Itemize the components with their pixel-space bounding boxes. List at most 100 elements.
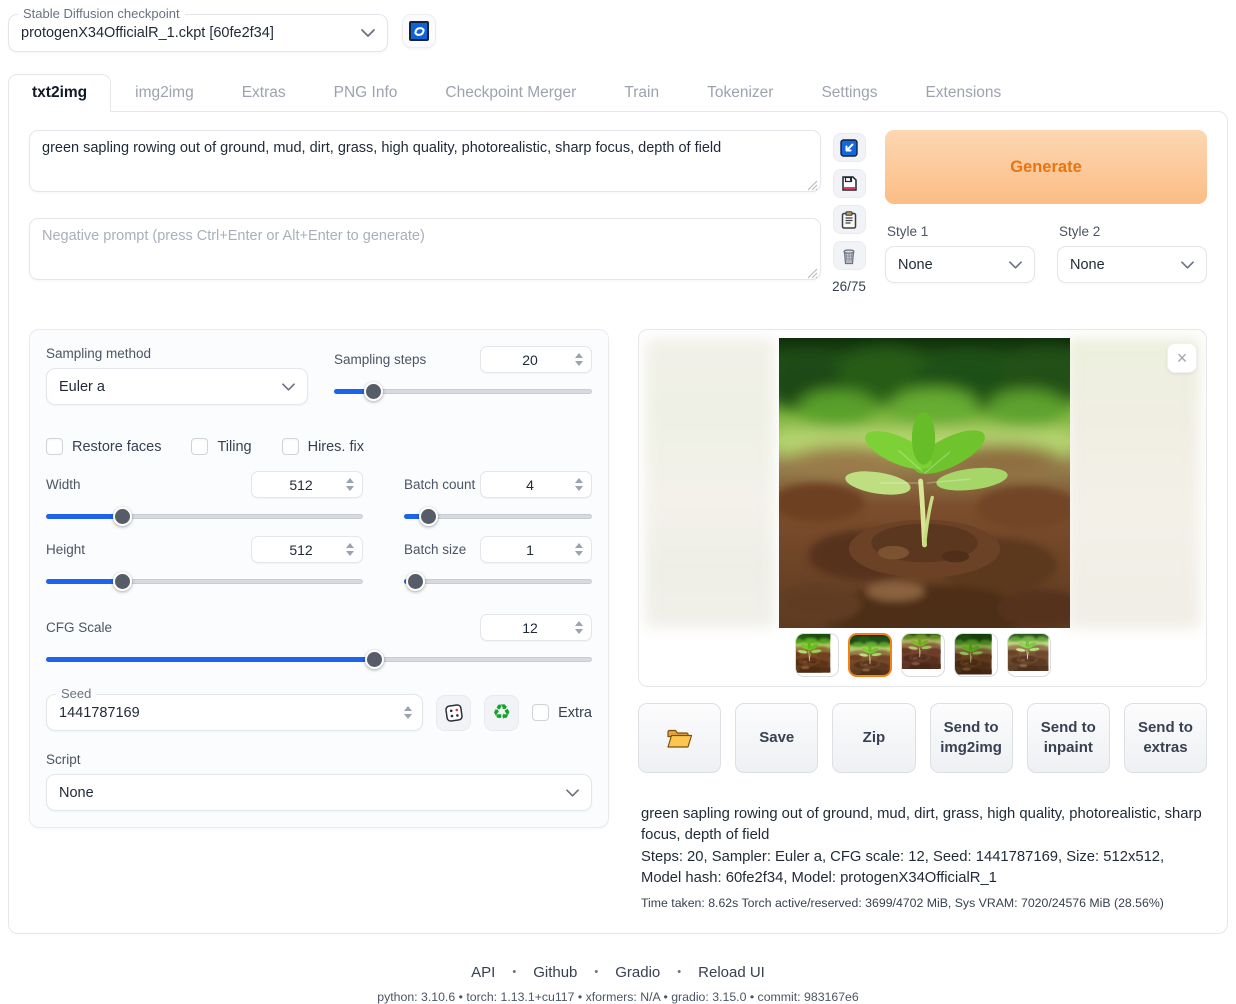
send-to-img2img-button[interactable]: Send to img2img xyxy=(930,703,1013,773)
footer-separator: • xyxy=(512,966,516,978)
sampling-steps-input[interactable] xyxy=(489,352,571,368)
hires-fix-label: Hires. fix xyxy=(308,439,364,455)
dice-icon xyxy=(444,703,464,723)
stepper-icon[interactable] xyxy=(400,704,416,721)
width-slider[interactable] xyxy=(46,507,363,525)
height-slider[interactable] xyxy=(46,572,363,590)
generation-info: green sapling rowing out of ground, mud,… xyxy=(638,804,1207,910)
tab-extensions[interactable]: Extensions xyxy=(901,74,1025,111)
floppy-disk-icon xyxy=(841,175,858,192)
send-to-inpaint-button[interactable]: Send to inpaint xyxy=(1027,703,1110,773)
tab-extras[interactable]: Extras xyxy=(218,74,310,111)
checkpoint-value: protogenX34OfficialR_1.ckpt [60fe2f34] xyxy=(21,25,274,41)
prompt-input[interactable]: green sapling rowing out of ground, mud,… xyxy=(29,130,821,192)
gallery-thumbnail-5[interactable] xyxy=(1007,633,1051,677)
gallery-thumbnail-4[interactable] xyxy=(954,633,998,677)
chevron-down-icon xyxy=(361,29,375,37)
tab-png-info[interactable]: PNG Info xyxy=(310,74,422,111)
sampling-method-value: Euler a xyxy=(59,379,105,395)
generation-settings-panel: Sampling method Euler a Sampling steps xyxy=(29,329,609,828)
send-to-extras-button[interactable]: Send to extras xyxy=(1124,703,1207,773)
footer-separator: • xyxy=(594,966,598,978)
sampling-method-dropdown[interactable]: Euler a xyxy=(46,368,308,405)
zip-button[interactable]: Zip xyxy=(832,703,915,773)
clear-prompt-button[interactable] xyxy=(833,241,866,270)
seed-field: Seed xyxy=(46,694,423,731)
script-label: Script xyxy=(46,752,592,767)
api-link[interactable]: API xyxy=(471,964,495,981)
open-folder-button[interactable] xyxy=(638,703,721,773)
batch-count-label: Batch count xyxy=(404,477,475,492)
hires-fix-checkbox[interactable]: Hires. fix xyxy=(282,438,364,455)
stepper-icon[interactable] xyxy=(342,541,358,558)
checkpoint-dropdown[interactable]: Stable Diffusion checkpoint protogenX34O… xyxy=(8,14,388,52)
refresh-icon xyxy=(409,21,429,41)
close-icon[interactable]: × xyxy=(1167,343,1197,373)
stepper-icon[interactable] xyxy=(571,541,587,558)
token-counter: 26/75 xyxy=(832,279,866,294)
chevron-down-icon xyxy=(566,789,579,797)
tab-checkpoint-merger[interactable]: Checkpoint Merger xyxy=(421,74,600,111)
tab-train[interactable]: Train xyxy=(600,74,683,111)
gallery-thumbnail-3[interactable] xyxy=(901,633,945,677)
height-input[interactable] xyxy=(260,542,342,558)
height-label: Height xyxy=(46,542,85,557)
extra-seed-checkbox[interactable]: Extra xyxy=(532,704,592,721)
batch-size-slider[interactable] xyxy=(404,572,592,590)
batch-count-input[interactable] xyxy=(489,477,571,493)
refresh-checkpoint-button[interactable] xyxy=(402,14,436,48)
github-link[interactable]: Github xyxy=(533,964,577,981)
footer-separator: • xyxy=(677,966,681,978)
stepper-icon[interactable] xyxy=(571,619,587,636)
image-gallery: × xyxy=(638,329,1207,687)
gallery-prev-image[interactable] xyxy=(645,338,775,628)
stepper-icon[interactable] xyxy=(571,351,587,368)
width-input[interactable] xyxy=(260,477,342,493)
batch-size-input[interactable] xyxy=(489,542,571,558)
sampling-steps-numbox xyxy=(480,346,592,373)
batch-count-numbox xyxy=(480,471,592,498)
save-style-button[interactable] xyxy=(833,169,866,198)
gallery-thumbnail-1[interactable] xyxy=(795,633,839,677)
restore-faces-checkbox[interactable]: Restore faces xyxy=(46,438,161,455)
paste-params-button[interactable] xyxy=(833,133,866,162)
recycle-icon: ♻ xyxy=(492,702,511,723)
negative-prompt-input[interactable] xyxy=(29,218,821,280)
stepper-icon[interactable] xyxy=(342,476,358,493)
cfg-scale-slider[interactable] xyxy=(46,650,592,668)
gradio-link[interactable]: Gradio xyxy=(615,964,660,981)
save-button[interactable]: Save xyxy=(735,703,818,773)
cfg-scale-input[interactable] xyxy=(489,620,571,636)
generate-button[interactable]: Generate xyxy=(885,130,1207,204)
style2-value: None xyxy=(1070,257,1105,273)
style2-dropdown[interactable]: None xyxy=(1057,246,1207,283)
apply-style-button[interactable] xyxy=(833,205,866,234)
tab-tokenizer[interactable]: Tokenizer xyxy=(683,74,797,111)
script-dropdown[interactable]: None xyxy=(46,774,592,811)
chevron-down-icon xyxy=(1181,261,1194,269)
folder-icon xyxy=(666,728,693,749)
reuse-seed-button[interactable]: ♻ xyxy=(484,695,519,731)
tab-txt2img[interactable]: txt2img xyxy=(8,74,111,112)
tab-settings[interactable]: Settings xyxy=(797,74,901,111)
restore-faces-label: Restore faces xyxy=(72,439,161,455)
seed-input[interactable] xyxy=(59,705,400,721)
random-seed-button[interactable] xyxy=(436,695,471,731)
gallery-next-image[interactable] xyxy=(1067,338,1200,628)
width-numbox xyxy=(251,471,363,498)
cfg-scale-label: CFG Scale xyxy=(46,620,112,635)
style1-dropdown[interactable]: None xyxy=(885,246,1035,283)
gallery-thumbnail-2-selected[interactable] xyxy=(848,633,892,677)
batch-count-slider[interactable] xyxy=(404,507,592,525)
tiling-label: Tiling xyxy=(217,439,251,455)
stepper-icon[interactable] xyxy=(571,476,587,493)
gallery-actions: Save Zip Send to img2img Send to inpaint… xyxy=(638,703,1207,773)
tiling-checkbox[interactable]: Tiling xyxy=(191,438,251,455)
sampling-method-label: Sampling method xyxy=(46,346,308,361)
height-numbox xyxy=(251,536,363,563)
sampling-steps-slider[interactable] xyxy=(334,382,592,400)
reload-ui-link[interactable]: Reload UI xyxy=(698,964,765,981)
tab-img2img[interactable]: img2img xyxy=(111,74,218,111)
batch-size-numbox xyxy=(480,536,592,563)
generated-image[interactable] xyxy=(779,338,1070,628)
